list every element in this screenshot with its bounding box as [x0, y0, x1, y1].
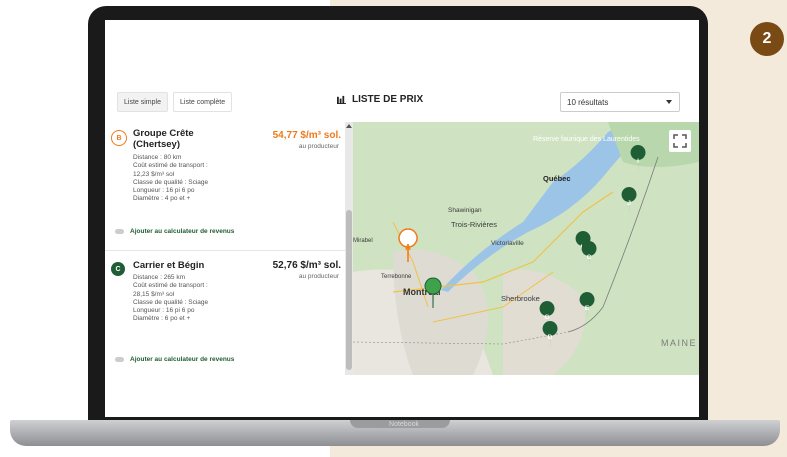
marker-label: D	[548, 334, 553, 341]
detail-line: Coût estimé de transport :	[133, 162, 208, 170]
map-marker-a[interactable]: A	[398, 228, 418, 263]
map-marker-e[interactable]: E	[579, 292, 595, 320]
map-markers: A I J H C E	[398, 145, 646, 349]
map-marker-j[interactable]: J	[621, 187, 637, 215]
detail-line: Longueur : 16 pi 6 po	[133, 307, 195, 315]
tab-complete-list[interactable]: Liste complète	[173, 92, 233, 112]
price-note: au producteur	[298, 143, 339, 150]
price-value: 54,77 $/m³ sol.	[272, 130, 341, 141]
results-list: B Groupe Crête (Chertsey) 54,77 $/m³ sol…	[105, 122, 345, 375]
add-to-calculator-label: Ajouter au calculateur de revenus	[130, 228, 235, 235]
detail-line: 28,15 $/m³ sol	[133, 290, 175, 298]
detail-line: Diamètre : 4 po et +	[133, 195, 191, 203]
page-title: LISTE DE PRIX	[337, 94, 423, 105]
laptop-brand-label: Notebook	[389, 421, 419, 428]
map-view[interactable]: Réserve faunique des Laurentides Québec …	[353, 122, 699, 375]
toolbar: Liste simple Liste complète LISTE DE PRI…	[105, 82, 699, 123]
detail-line: Distance : 80 km	[133, 154, 182, 161]
add-to-calculator-label: Ajouter au calculateur de revenus	[130, 356, 235, 363]
map-marker-i[interactable]: I	[630, 145, 646, 173]
page-title-label: LISTE DE PRIX	[352, 94, 424, 105]
toggle-icon	[115, 229, 124, 234]
fullscreen-icon	[673, 134, 687, 148]
scroll-thumb[interactable]	[346, 210, 352, 370]
supplier-details: Distance : 80 km Coût estimé de transpor…	[133, 154, 263, 204]
marker-label: G	[544, 314, 549, 321]
screen-bottom-area	[105, 375, 699, 417]
step-badge: 2	[750, 22, 784, 56]
add-to-calculator-button[interactable]: Ajouter au calculateur de revenus	[115, 356, 234, 363]
map-marker-c[interactable]: C	[581, 241, 597, 269]
price-note: au producteur	[298, 273, 339, 280]
price-value: 52,76 $/m³ sol.	[272, 260, 341, 271]
marker-label: J	[627, 200, 631, 207]
add-to-calculator-button[interactable]: Ajouter au calculateur de revenus	[115, 228, 234, 235]
price-list-icon	[337, 95, 346, 104]
scroll-up-icon[interactable]	[346, 124, 352, 128]
marker-c-icon: C	[111, 262, 125, 276]
detail-line: 12,23 $/m³ sol	[133, 170, 175, 178]
fullscreen-button[interactable]	[669, 130, 691, 152]
tab-simple-list[interactable]: Liste simple	[117, 92, 168, 112]
supplier-name: Carrier et Bégin	[133, 260, 205, 271]
toggle-icon	[115, 357, 124, 362]
detail-line: Coût estimé de transport :	[133, 282, 208, 290]
map-marker-d[interactable]: D	[542, 321, 558, 349]
supplier-details: Distance : 265 km Coût estimé de transpo…	[133, 274, 263, 324]
app-screen: Liste simple Liste complète LISTE DE PRI…	[105, 20, 699, 417]
detail-line: Longueur : 16 pi 6 po	[133, 187, 195, 195]
chevron-down-icon	[666, 100, 672, 104]
marker-b-icon: B	[111, 130, 127, 146]
detail-line: Classe de qualité : Sciage	[133, 178, 209, 186]
marker-label: A	[405, 243, 411, 252]
map-marker-selected[interactable]	[424, 277, 442, 309]
results-count-value: 10 résultats	[567, 97, 609, 107]
marker-label: C	[587, 254, 592, 261]
list-scrollbar[interactable]	[345, 122, 353, 375]
detail-line: Distance : 265 km	[133, 274, 186, 281]
detail-line: Diamètre : 6 po et +	[133, 315, 191, 323]
divider	[105, 250, 345, 251]
detail-line: Classe de qualité : Sciage	[133, 298, 209, 306]
supplier-name: Groupe Crête (Chertsey)	[133, 128, 194, 150]
marker-label: I	[637, 158, 639, 165]
results-count-select[interactable]: 10 résultats	[560, 92, 680, 112]
marker-label: E	[585, 305, 590, 312]
